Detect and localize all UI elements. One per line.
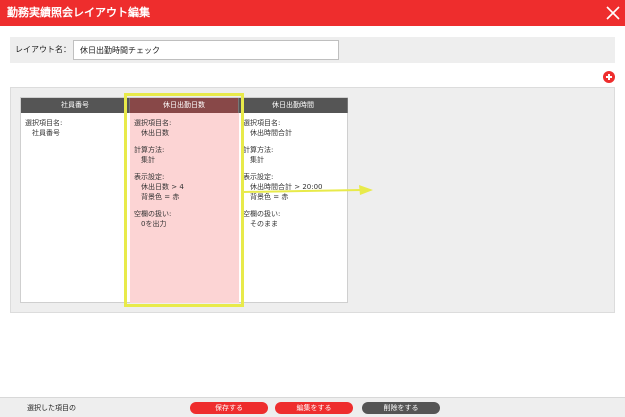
column-holiday-work-days[interactable]: 休日出勤日数 選択項目名: 休出日数 計算方法: 集計 表示設定: 休出日数 >… [130,98,239,303]
display-setting-label: 表示設定: [243,173,274,181]
empty-handling-label: 空欄の扱い: [134,210,172,218]
item-name-value: 休出日数 [141,129,169,137]
window-title: 勤務実績照会レイアウト編集 [7,6,150,19]
column-holiday-work-hours[interactable]: 休日出勤時間 選択項目名: 休出時間合計 計算方法: 集計 表示設定: 休出時間… [239,98,348,303]
display-condition-value: 休出日数 > 4 [141,183,184,191]
empty-handling-value: 0を出力 [141,220,167,228]
column-employee-number[interactable]: 社員番号 選択項目名: 社員番号 [21,98,130,303]
layout-name-row: レイアウト名： [10,37,615,63]
close-icon[interactable] [605,5,621,21]
display-setting-label: 表示設定: [134,173,165,181]
layout-name-input[interactable] [73,40,339,60]
item-name-value: 社員番号 [32,129,60,137]
calc-method-value: 集計 [141,156,155,164]
column-header: 休日出勤時間 [239,98,348,113]
calc-method-label: 計算方法: [134,146,165,154]
calc-method-value: 集計 [250,156,264,164]
footer-bar: 選択した項目の 保存する 編集をする 削除をする [0,397,625,417]
column-header: 社員番号 [21,98,130,113]
column-header: 休日出勤日数 [130,98,239,113]
item-name-value: 休出時間合計 [250,129,292,137]
delete-button[interactable]: 削除をする [362,402,440,414]
title-bar: 勤務実績照会レイアウト編集 [0,0,625,26]
display-condition-value: 休出時間合計 > 20:00 [250,183,323,191]
add-column-button[interactable] [603,71,615,83]
save-button[interactable]: 保存する [190,402,268,414]
empty-handling-value: そのまま [250,220,278,228]
item-name-label: 選択項目名: [243,119,281,127]
empty-handling-label: 空欄の扱い: [243,210,281,218]
item-name-label: 選択項目名: [134,119,172,127]
layout-name-label: レイアウト名： [15,45,71,54]
display-color-value: 背景色 = 赤 [250,193,289,201]
edit-button[interactable]: 編集をする [275,402,353,414]
selected-item-note: 選択した項目の [27,404,76,412]
display-color-value: 背景色 = 赤 [141,193,180,201]
item-name-label: 選択項目名: [25,119,63,127]
calc-method-label: 計算方法: [243,146,274,154]
